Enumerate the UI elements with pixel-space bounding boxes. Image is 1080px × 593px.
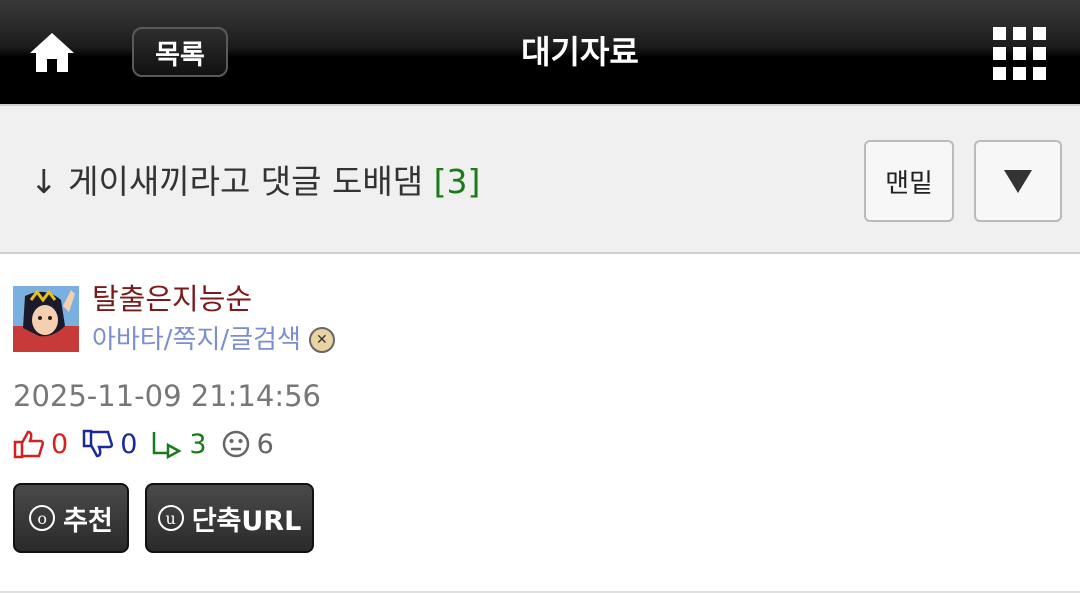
views-stat: 6 bbox=[221, 429, 274, 460]
short-url-button[interactable]: u 단축URL bbox=[145, 483, 314, 553]
views-count: 6 bbox=[256, 428, 274, 460]
post-stats: 0 0 3 6 bbox=[13, 426, 288, 462]
like-count: 0 bbox=[51, 428, 69, 460]
down-arrow-icon: ↓ bbox=[30, 162, 58, 201]
key-o-icon: o bbox=[29, 505, 56, 531]
author-links[interactable]: 아바타/쪽지/글검색 ✕ bbox=[92, 322, 335, 358]
triangle-down-icon bbox=[1004, 170, 1032, 193]
comment-stat-count: 3 bbox=[189, 428, 207, 460]
post-date: 2025-11-09 21:14:56 bbox=[13, 379, 321, 413]
comment-stat: 3 bbox=[151, 428, 207, 460]
level-badge-icon: ✕ bbox=[308, 327, 335, 353]
dislike-stat: 0 bbox=[82, 429, 137, 460]
go-bottom-button[interactable]: 맨밑 bbox=[864, 140, 954, 222]
avatar[interactable] bbox=[13, 286, 79, 352]
thumbs-up-icon bbox=[13, 430, 45, 459]
post-subject-bar: ↓ 게이새끼라고 댓글 도배댐 [3] 맨밑 bbox=[0, 106, 1080, 254]
recommend-button[interactable]: o 추천 bbox=[13, 483, 129, 553]
short-url-label: 단축URL bbox=[191, 505, 302, 537]
post-title: 게이새끼라고 댓글 도배댐 bbox=[68, 162, 424, 201]
thumbs-down-icon bbox=[82, 429, 114, 458]
list-button[interactable]: 목록 bbox=[132, 27, 228, 77]
views-face-icon bbox=[222, 430, 249, 458]
post-subject: ↓ 게이새끼라고 댓글 도배댐 [3] bbox=[30, 160, 480, 204]
like-stat: 0 bbox=[13, 429, 68, 460]
dislike-count: 0 bbox=[120, 428, 138, 460]
reply-arrow-icon bbox=[153, 432, 182, 459]
toggle-button[interactable] bbox=[974, 140, 1062, 222]
author-nickname[interactable]: 탈출은지능순 bbox=[92, 280, 252, 318]
home-icon[interactable] bbox=[28, 30, 76, 74]
comment-count[interactable]: [3] bbox=[434, 162, 481, 201]
recommend-label: 추천 bbox=[63, 505, 113, 537]
page-title: 대기자료 bbox=[521, 33, 639, 71]
grid-menu-icon[interactable] bbox=[993, 27, 1047, 81]
author-links-text[interactable]: 아바타/쪽지/글검색 bbox=[92, 322, 301, 358]
top-bar: 목록 대기자료 bbox=[0, 0, 1080, 106]
key-u-icon: u bbox=[157, 505, 184, 531]
